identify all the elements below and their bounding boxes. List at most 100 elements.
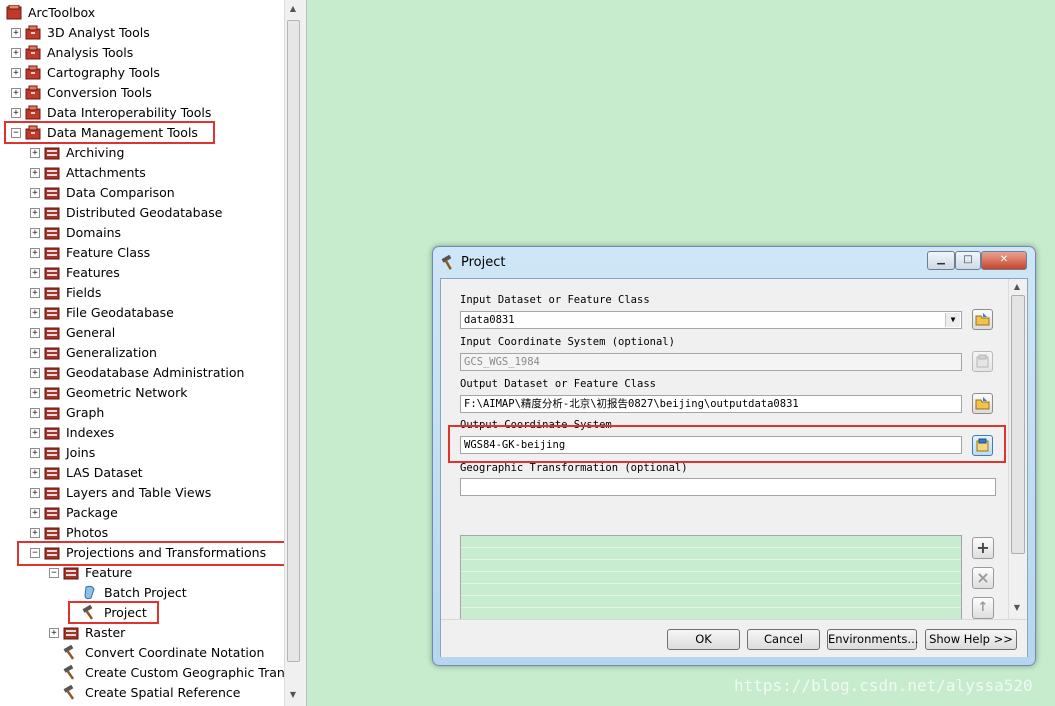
toolbox-item[interactable]: − Feature xyxy=(0,563,284,583)
scroll-up-icon[interactable]: ▲ xyxy=(288,4,298,16)
expand-icon[interactable]: + xyxy=(30,168,40,178)
scroll-up-icon[interactable]: ▲ xyxy=(1012,282,1022,291)
input-dataset-select[interactable]: data0831 ▼ xyxy=(460,311,962,329)
toolbox-item[interactable]: + Distributed Geodatabase xyxy=(0,203,284,223)
add-button[interactable]: + xyxy=(972,537,994,559)
maximize-button[interactable]: □ xyxy=(955,251,981,270)
scroll-thumb[interactable] xyxy=(287,20,300,662)
toolbox-item-label: Layers and Table Views xyxy=(66,485,212,500)
expand-icon[interactable]: + xyxy=(30,268,40,278)
close-button[interactable]: ✕ xyxy=(981,251,1027,270)
toolbox-item[interactable]: + Cartography Tools xyxy=(0,63,284,83)
show-help-button[interactable]: Show Help >> xyxy=(925,629,1017,650)
toolbox-icon xyxy=(25,105,41,120)
expand-icon[interactable]: + xyxy=(49,628,59,638)
toolbox-item[interactable]: Batch Project xyxy=(0,583,284,603)
toolbox-item[interactable]: + Feature Class xyxy=(0,243,284,263)
toolbox-item[interactable]: + Geodatabase Administration xyxy=(0,363,284,383)
scroll-down-icon[interactable]: ▼ xyxy=(288,690,298,702)
expand-icon[interactable]: + xyxy=(30,348,40,358)
toolbox-scrollbar[interactable]: ▲ ▼ xyxy=(284,0,300,706)
panel-splitter[interactable] xyxy=(300,0,307,706)
expand-icon[interactable]: + xyxy=(30,488,40,498)
toolbox-item[interactable]: + Indexes xyxy=(0,423,284,443)
expand-icon[interactable]: + xyxy=(30,248,40,258)
toolbox-item[interactable]: Create Spatial Reference xyxy=(0,683,284,703)
toolbox-item-label: Data Comparison xyxy=(66,185,175,200)
toolset-icon xyxy=(44,147,60,160)
toolbox-item[interactable]: + Generalization xyxy=(0,343,284,363)
toolbox-item[interactable]: + Raster xyxy=(0,623,284,643)
toolbox-root-label: ArcToolbox xyxy=(28,5,96,20)
expand-icon[interactable]: + xyxy=(30,308,40,318)
toolbox-item[interactable]: + Conversion Tools xyxy=(0,83,284,103)
expand-icon[interactable]: + xyxy=(30,428,40,438)
toolbox-item[interactable]: + Archiving xyxy=(0,143,284,163)
toolbox-item[interactable]: Convert Coordinate Notation xyxy=(0,643,284,663)
output-dataset-input[interactable]: F:\AIMAP\精度分析-北京\初报告0827\beijing\outputd… xyxy=(460,395,962,413)
toolbox-item[interactable]: + LAS Dataset xyxy=(0,463,284,483)
toolbox-item[interactable]: + Graph xyxy=(0,403,284,423)
expand-icon[interactable]: + xyxy=(30,208,40,218)
folder-icon xyxy=(975,313,990,326)
plus-icon: + xyxy=(976,538,990,557)
toolbox-item[interactable]: + Data Interoperability Tools xyxy=(0,103,284,123)
ok-button[interactable]: OK xyxy=(667,629,740,650)
highlight-projections xyxy=(17,541,288,566)
toolbox-item[interactable]: + Attachments xyxy=(0,163,284,183)
expand-icon[interactable]: + xyxy=(11,108,21,118)
expand-icon[interactable]: + xyxy=(30,368,40,378)
scroll-down-icon[interactable]: ▼ xyxy=(1012,603,1022,612)
dialog-scrollbar[interactable]: ▲ ▼ xyxy=(1008,279,1026,619)
expand-icon[interactable]: + xyxy=(30,228,40,238)
expand-icon[interactable]: + xyxy=(30,188,40,198)
collapse-icon[interactable]: − xyxy=(49,568,59,578)
expand-icon[interactable]: + xyxy=(30,148,40,158)
toolset-icon xyxy=(44,227,60,240)
toolbox-item[interactable]: + Domains xyxy=(0,223,284,243)
highlight-data-management xyxy=(4,121,215,144)
move-up-button: ↑ xyxy=(972,597,994,619)
geo-transform-input[interactable] xyxy=(460,478,996,496)
expand-icon[interactable]: + xyxy=(30,288,40,298)
expand-icon[interactable]: + xyxy=(11,68,21,78)
chevron-down-icon[interactable]: ▼ xyxy=(945,313,960,327)
toolbox-item[interactable]: + Fields xyxy=(0,283,284,303)
toolbox-item[interactable]: Create Custom Geographic Transf xyxy=(0,663,296,683)
toolbox-item[interactable]: + General xyxy=(0,323,284,343)
expand-icon[interactable]: + xyxy=(11,48,21,58)
toolset-icon xyxy=(44,487,60,500)
toolbox-item-label: Domains xyxy=(66,225,122,240)
environments-button[interactable]: Environments... xyxy=(827,629,918,650)
toolbox-item[interactable]: + Layers and Table Views xyxy=(0,483,284,503)
toolbox-item[interactable]: + Photos xyxy=(0,523,284,543)
expand-icon[interactable]: + xyxy=(30,528,40,538)
scroll-thumb[interactable] xyxy=(1011,295,1025,554)
toolset-icon xyxy=(44,287,60,300)
toolset-icon xyxy=(44,507,60,520)
cancel-button[interactable]: Cancel xyxy=(747,629,820,650)
expand-icon[interactable]: + xyxy=(30,388,40,398)
toolbox-item[interactable]: + Geometric Network xyxy=(0,383,284,403)
expand-icon[interactable]: + xyxy=(11,88,21,98)
expand-icon[interactable]: + xyxy=(30,468,40,478)
toolbox-item[interactable]: + Joins xyxy=(0,443,284,463)
toolbox-item-label: Features xyxy=(66,265,120,280)
toolbox-item[interactable]: + Analysis Tools xyxy=(0,43,284,63)
toolbox-item[interactable]: + Features xyxy=(0,263,284,283)
expand-icon[interactable]: + xyxy=(30,508,40,518)
expand-icon[interactable]: + xyxy=(11,28,21,38)
toolbox-item[interactable]: + Data Comparison xyxy=(0,183,284,203)
toolset-icon xyxy=(44,327,60,340)
toolbox-item[interactable]: + File Geodatabase xyxy=(0,303,284,323)
toolbox-item[interactable]: + Package xyxy=(0,503,284,523)
toolbox-item-label: Fields xyxy=(66,285,102,300)
input-dataset-browse-button[interactable] xyxy=(972,309,993,330)
output-dataset-browse-button[interactable] xyxy=(972,393,993,414)
minimize-button[interactable]: ▁ xyxy=(927,251,955,270)
expand-icon[interactable]: + xyxy=(30,448,40,458)
input-cs-properties-button xyxy=(972,351,993,372)
expand-icon[interactable]: + xyxy=(30,408,40,418)
expand-icon[interactable]: + xyxy=(30,328,40,338)
toolbox-item[interactable]: +3D Analyst Tools xyxy=(0,23,284,43)
